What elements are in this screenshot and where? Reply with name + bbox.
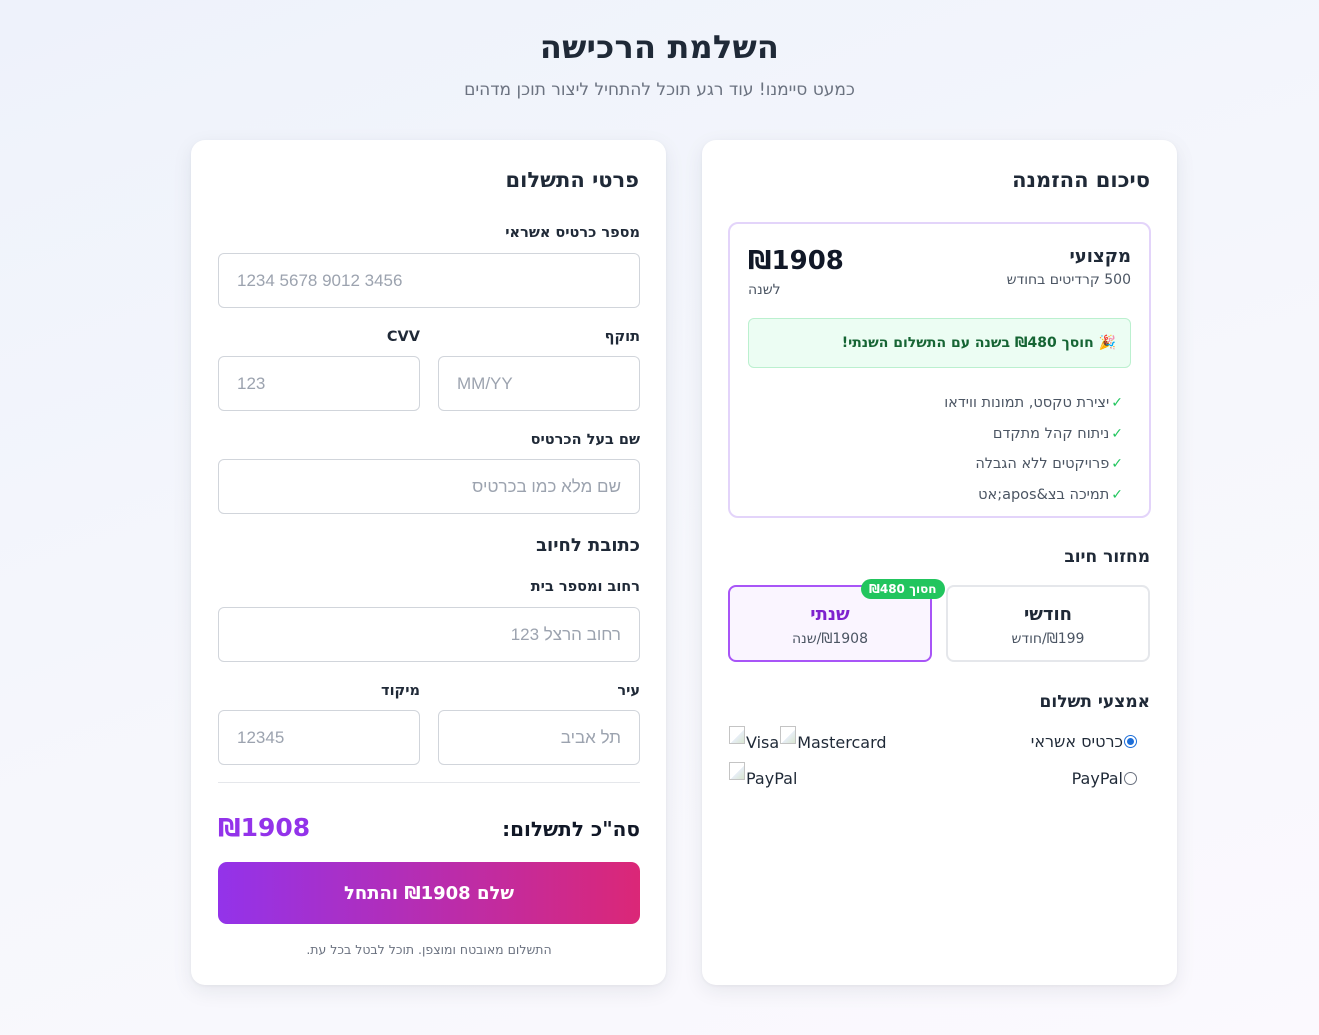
paypal-radio[interactable] [1124, 772, 1137, 785]
monthly-price: ₪199/חודש [1011, 631, 1085, 647]
order-summary-card: סיכום ההזמנה מקצועי 500 קרדיטים בחודש ₪1… [702, 140, 1177, 985]
pay-button[interactable]: שלם ₪1908 והתחל [218, 862, 640, 924]
savings-banner: 🎉 חוסך ₪480 בשנה עם התשלום השנתי! [748, 318, 1131, 368]
payment-method-credit-card[interactable]: כרטיס אשראי [1031, 732, 1137, 751]
feature-text: ניתוח קהל מתקדם [992, 425, 1110, 442]
selected-plan-box: מקצועי 500 קרדיטים בחודש ₪1908 לשנה 🎉 חו… [728, 222, 1151, 518]
street-input[interactable] [218, 607, 640, 662]
paypal-logos: PayPal [728, 761, 798, 788]
zip-label: מיקוד [381, 683, 420, 699]
total-label: סה"כ לתשלום: [502, 817, 640, 841]
plan-features-list: ✓ יצירת טקסט, תמונות ווידאו ✓ ניתוח קהל מת… [944, 388, 1123, 510]
check-icon: ✓ [1111, 395, 1123, 412]
monthly-name: חודשי [1023, 604, 1073, 625]
feature-text: תמיכה בצ&apos;אט [978, 486, 1110, 503]
payment-details-card: פרטי התשלום מספר כרטיס אשראי תוקף CVV שם… [191, 140, 666, 985]
visa-logo-alt: Visa [746, 733, 780, 752]
card-number-label: מספר כרטיס אשראי [505, 225, 640, 241]
feature-text: יצירת טקסט, תמונות ווידאו [944, 395, 1110, 412]
cardholder-input[interactable] [218, 459, 640, 514]
page-subtitle: כמעט סיימנו! עוד רגע תוכל להתחיל ליצור ת… [464, 80, 855, 100]
billing-yearly-option[interactable]: חסוך ₪480 שנתי ₪1908/שנה [728, 579, 945, 662]
city-label: עיר [617, 683, 640, 699]
yearly-price: ₪1908/שנה [792, 631, 868, 647]
city-input[interactable] [438, 710, 640, 765]
paypal-logo-alt: PayPal [746, 769, 798, 788]
card-number-input[interactable] [218, 253, 640, 308]
cvv-label: CVV [386, 329, 420, 345]
check-icon: ✓ [1111, 456, 1123, 473]
total-value: ₪1908 [218, 813, 311, 842]
cvv-input[interactable] [218, 356, 420, 411]
credit-card-label: כרטיס אשראי [1030, 732, 1123, 751]
street-label: רחוב ומספר בית [530, 579, 640, 595]
billing-address-heading: כתובת לחיוב [536, 535, 640, 556]
payment-details-title: פרטי התשלום [505, 168, 639, 192]
feature-item: ✓ פרויקטים ללא הגבלה [944, 449, 1123, 480]
feature-text: פרויקטים ללא הגבלה [975, 456, 1110, 473]
mastercard-logo-alt: Mastercard [797, 733, 887, 752]
page-title: השלמת הרכישה [539, 28, 780, 66]
order-summary-title: סיכום ההזמנה [1012, 168, 1150, 192]
mastercard-logo-icon [780, 725, 797, 744]
feature-item: ✓ ניתוח קהל מתקדם [944, 419, 1123, 450]
visa-logo-icon [729, 725, 745, 744]
expiry-label: תוקף [604, 329, 640, 345]
divider [218, 782, 640, 783]
credit-card-radio[interactable] [1124, 735, 1137, 748]
secure-payment-note: התשלום מאובטח ומוצפן. תוכל לבטל בכל עת. [306, 942, 552, 957]
plan-period: לשנה [748, 282, 781, 298]
expiry-input[interactable] [438, 356, 640, 411]
cardholder-label: שם בעל הכרטיס [530, 432, 640, 448]
billing-monthly-option[interactable]: חודשי ₪199/חודש [946, 585, 1150, 662]
check-icon: ✓ [1111, 486, 1123, 503]
yearly-savings-badge: חסוך ₪480 [861, 579, 945, 599]
plan-name: מקצועי [1069, 246, 1132, 267]
plan-price: ₪1908 [748, 246, 844, 276]
zip-input[interactable] [218, 710, 420, 765]
billing-cycle-label: מחזור חיוב [1064, 547, 1150, 567]
check-icon: ✓ [1111, 425, 1123, 442]
payment-method-paypal[interactable]: PayPal [1072, 769, 1137, 788]
feature-item: ✓ תמיכה בצ&apos;אט [944, 480, 1123, 511]
feature-item: ✓ יצירת טקסט, תמונות ווידאו [944, 388, 1123, 419]
payment-methods-label: אמצעי תשלום [1039, 692, 1150, 712]
yearly-name: שנתי [810, 604, 850, 625]
plan-credits: 500 קרדיטים בחודש [1006, 272, 1131, 288]
paypal-label: PayPal [1071, 769, 1123, 788]
page-header: השלמת הרכישה כמעט סיימנו! עוד רגע תוכל ל… [0, 28, 1319, 100]
paypal-logo-icon [729, 761, 745, 780]
card-logos: Mastercard Visa [728, 725, 887, 752]
